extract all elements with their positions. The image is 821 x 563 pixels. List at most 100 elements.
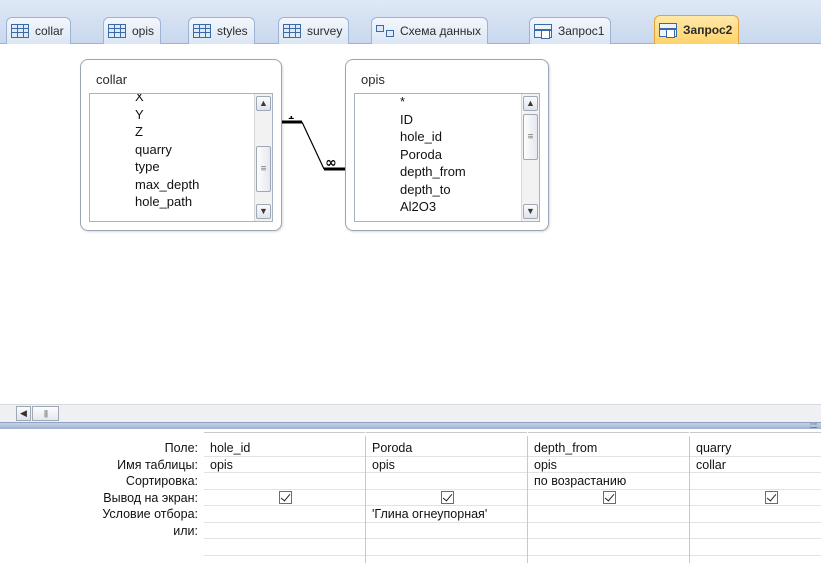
field-item[interactable]: ID	[355, 111, 521, 129]
show-checkbox[interactable]	[278, 490, 292, 504]
field-item[interactable]: depth_from	[355, 163, 521, 181]
tab-collar[interactable]: collar	[6, 17, 71, 44]
grid-cell-show	[690, 490, 821, 506]
grid-cell-criteria[interactable]: 'Глина огнеупорная'	[366, 506, 527, 523]
grid-cell-or[interactable]	[528, 523, 689, 539]
tab-label: opis	[132, 24, 155, 38]
grid-cell-table[interactable]: opis	[366, 457, 527, 473]
field-listbox[interactable]: * ID hole_id Poroda depth_from depth_to …	[354, 93, 540, 222]
tab-label: Запрос1	[558, 24, 605, 38]
field-list-collar[interactable]: collar X Y Z quarry type max_depth hole_…	[80, 59, 282, 231]
tab-label: Схема данных	[400, 24, 482, 38]
many-side-label: ∞	[325, 155, 337, 171]
field-list-title: collar	[96, 72, 128, 87]
scroll-down-icon[interactable]: ▼	[256, 204, 271, 219]
field-item[interactable]: Poroda	[355, 146, 521, 164]
field-item[interactable]: quarry	[90, 141, 254, 159]
grid-column-depth-from[interactable]: depth_from opis по возрастанию	[528, 432, 690, 563]
field-item[interactable]: *	[355, 94, 521, 111]
scroll-thumb[interactable]: |||	[32, 406, 59, 421]
scroll-up-icon[interactable]: ▲	[256, 96, 271, 111]
relationship-join-line[interactable]: 1 ∞	[272, 116, 352, 186]
vertical-scrollbar[interactable]: ▲ ▼	[521, 94, 539, 221]
field-item[interactable]: depth_to	[355, 181, 521, 199]
scroll-left-icon[interactable]: ◀	[16, 406, 31, 421]
grid-cell-or[interactable]	[366, 523, 527, 539]
field-item[interactable]: Y	[90, 106, 254, 124]
relationships-icon	[376, 24, 394, 38]
query-design-area[interactable]: collar X Y Z quarry type max_depth hole_…	[0, 44, 821, 404]
row-label-field: Поле:	[164, 441, 198, 455]
scroll-thumb[interactable]	[523, 114, 538, 160]
grid-cell-empty[interactable]	[528, 539, 689, 556]
grid-cell-criteria[interactable]	[690, 506, 821, 523]
grid-cell-or[interactable]	[690, 523, 821, 539]
tab-opis[interactable]: opis	[103, 17, 162, 44]
grid-cell-empty[interactable]	[204, 539, 365, 556]
field-item[interactable]: hole_path	[90, 193, 254, 211]
field-item[interactable]: Al2O3	[355, 198, 521, 216]
row-label-or: или:	[173, 523, 198, 538]
grid-cell-field[interactable]: hole_id	[204, 440, 365, 457]
horizontal-scrollbar[interactable]: ◀ |||	[0, 404, 821, 422]
row-label-table: Имя таблицы:	[117, 457, 198, 472]
table-icon	[283, 24, 301, 38]
grid-cell-field[interactable]: depth_from	[528, 440, 689, 457]
grid-cell-table[interactable]: opis	[528, 457, 689, 473]
scroll-down-icon[interactable]: ▼	[523, 204, 538, 219]
row-label-sort: Сортировка:	[125, 474, 198, 488]
grid-cell-sort[interactable]	[690, 473, 821, 490]
field-item[interactable]: max_depth	[90, 176, 254, 194]
grid-cell-show	[366, 490, 527, 506]
grid-cell-table[interactable]: opis	[204, 457, 365, 473]
grid-cell-show	[204, 490, 365, 506]
table-icon	[11, 24, 29, 38]
field-item[interactable]: hole_id	[355, 128, 521, 146]
tab-query1[interactable]: Запрос1	[529, 17, 612, 44]
grid-cell-criteria[interactable]	[204, 506, 365, 523]
grid-column-hole-id[interactable]: hole_id opis	[204, 432, 366, 563]
grid-cell-sort[interactable]: по возрастанию	[528, 473, 689, 490]
tab-label: collar	[35, 24, 64, 38]
vertical-scrollbar[interactable]: ▲ ▼	[254, 94, 272, 221]
tab-relationships[interactable]: Схема данных	[371, 17, 489, 44]
grid-cell-sort[interactable]	[204, 473, 365, 490]
grid-cell-show	[528, 490, 689, 506]
grid-column-quarry[interactable]: quarry collar	[690, 432, 821, 563]
field-item[interactable]: X	[90, 94, 254, 106]
tab-label: Запрос2	[683, 23, 733, 37]
show-checkbox[interactable]	[765, 490, 778, 504]
row-label-criteria: Условие отбора:	[102, 507, 198, 521]
object-tab-strip: collar opis styles survey Схема данных З…	[0, 0, 821, 44]
grid-column-poroda[interactable]: Poroda opis 'Глина огнеупорная'	[366, 432, 528, 563]
query-icon	[659, 23, 677, 38]
tab-styles[interactable]: styles	[188, 17, 255, 44]
grid-cell-field[interactable]: Poroda	[366, 440, 527, 457]
grid-cell-table[interactable]: collar	[690, 457, 821, 473]
table-icon	[193, 24, 211, 38]
tab-survey[interactable]: survey	[278, 17, 350, 44]
field-item[interactable]: Z	[90, 123, 254, 141]
grid-cell-sort[interactable]	[366, 473, 527, 490]
field-list-opis[interactable]: opis * ID hole_id Poroda depth_from dept…	[345, 59, 549, 231]
field-listbox[interactable]: X Y Z quarry type max_depth hole_path ▲ …	[89, 93, 273, 222]
grid-cell-empty[interactable]	[366, 539, 527, 556]
grid-cell-field[interactable]: quarry	[690, 440, 821, 457]
pane-splitter[interactable]: ::::::	[0, 422, 821, 430]
show-checkbox[interactable]	[602, 490, 616, 504]
grid-row-labels: Поле: Имя таблицы: Сортировка: Вывод на …	[0, 440, 198, 539]
show-checkbox[interactable]	[440, 490, 454, 504]
tab-label: styles	[217, 24, 248, 38]
row-label-show: Вывод на экран:	[103, 490, 198, 505]
grid-cell-empty[interactable]	[690, 539, 821, 556]
tab-query2[interactable]: Запрос2	[654, 15, 740, 44]
field-list-title: opis	[361, 72, 385, 87]
scroll-thumb[interactable]	[256, 146, 271, 192]
query-icon	[534, 24, 552, 39]
field-item[interactable]: type	[90, 158, 254, 176]
query-design-grid: Поле: Имя таблицы: Сортировка: Вывод на …	[0, 429, 821, 563]
grid-cell-criteria[interactable]	[528, 506, 689, 523]
grid-cell-or[interactable]	[204, 523, 365, 539]
table-icon	[108, 24, 126, 38]
scroll-up-icon[interactable]: ▲	[523, 96, 538, 111]
